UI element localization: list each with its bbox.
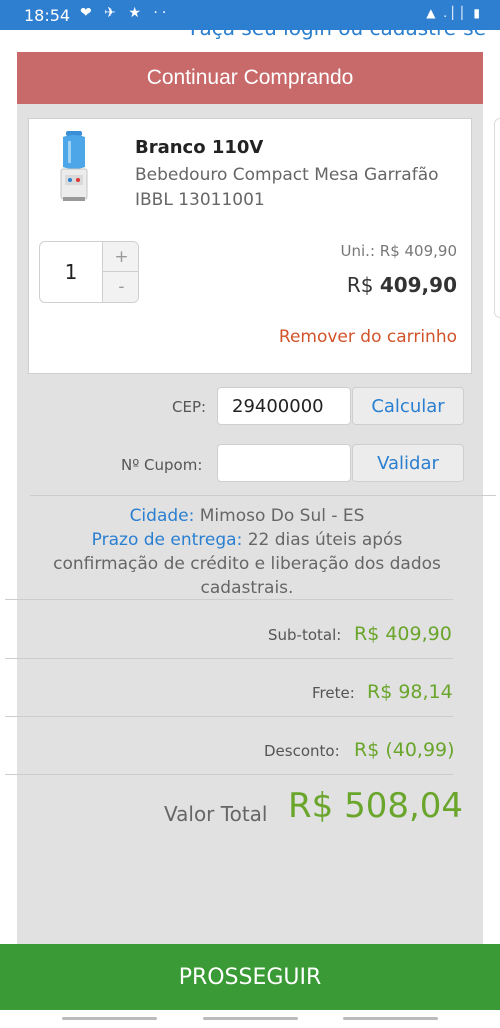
discount-value: R$ (40,99) bbox=[354, 739, 455, 761]
system-status-icons: ▲ .││ ▮ bbox=[426, 6, 482, 20]
quantity-stepper[interactable]: 1 + - bbox=[39, 241, 139, 303]
login-register-link-text[interactable]: Faça seu login ou cadastre-se bbox=[190, 22, 486, 40]
freight-value: R$ 98,14 bbox=[367, 681, 453, 703]
delivery-info: Cidade: Mimoso Do Sul - ES Prazo de entr… bbox=[47, 504, 447, 600]
divider bbox=[30, 495, 496, 496]
divider bbox=[5, 599, 453, 600]
side-scroll-handle[interactable] bbox=[494, 118, 500, 318]
discount-label: Desconto: bbox=[264, 742, 340, 760]
water-dispenser-image bbox=[60, 131, 88, 201]
item-price-currency: R$ bbox=[346, 273, 374, 297]
grand-total-label: Valor Total bbox=[164, 802, 268, 826]
quantity-value[interactable]: 1 bbox=[40, 242, 102, 302]
calculate-shipping-button[interactable]: Calcular bbox=[352, 387, 464, 425]
delivery-city: Cidade: Mimoso Do Sul - ES bbox=[47, 504, 447, 528]
coupon-label: Nº Cupom: bbox=[121, 456, 203, 474]
subtotal-value: R$ 409,90 bbox=[354, 623, 452, 645]
proceed-button[interactable]: PROSSEGUIR bbox=[0, 944, 500, 1010]
delivery-term-label: Prazo de entrega: bbox=[91, 530, 243, 550]
nav-recents-button[interactable] bbox=[62, 1017, 157, 1020]
continue-shopping-button[interactable]: Continuar Comprando bbox=[17, 52, 483, 104]
delivery-term: Prazo de entrega: 22 dias úteis após con… bbox=[47, 528, 447, 600]
product-name[interactable]: Bebedouro Compact Mesa Garrafão IBBL 130… bbox=[135, 163, 455, 213]
remove-from-cart-link[interactable]: Remover do carrinho bbox=[279, 327, 457, 347]
divider bbox=[5, 658, 453, 659]
notification-icons: ❤ ✈ ★ ·· bbox=[80, 5, 171, 21]
divider bbox=[5, 716, 453, 717]
status-time: 18:54 bbox=[24, 6, 71, 25]
cep-input[interactable] bbox=[217, 387, 351, 425]
coupon-input[interactable] bbox=[217, 444, 351, 482]
unit-price: Uni.: R$ 409,90 bbox=[340, 242, 457, 260]
product-variant: Branco 110V bbox=[135, 137, 264, 158]
quantity-increase-button[interactable]: + bbox=[102, 242, 138, 272]
freight-label: Frete: bbox=[312, 684, 355, 702]
city-value: Mimoso Do Sul - ES bbox=[199, 506, 365, 526]
validate-coupon-button[interactable]: Validar bbox=[352, 444, 464, 482]
cep-label: CEP: bbox=[172, 398, 207, 416]
nav-back-button[interactable] bbox=[343, 1017, 438, 1020]
item-total-price: R$ 409,90 bbox=[347, 273, 457, 297]
divider bbox=[5, 774, 453, 775]
cart-item-card: Branco 110V Bebedouro Compact Mesa Garra… bbox=[28, 118, 472, 374]
item-price-value: 409,90 bbox=[379, 273, 457, 297]
quantity-decrease-button[interactable]: - bbox=[102, 272, 138, 302]
nav-home-button[interactable] bbox=[203, 1017, 298, 1020]
city-label: Cidade: bbox=[129, 506, 195, 526]
cart-panel: Continuar Comprando Branco 110V Bebedour… bbox=[5, 52, 496, 944]
system-nav-bar bbox=[0, 1010, 500, 1028]
login-register-link[interactable]: Faça seu login ou cadastre-se bbox=[146, 22, 486, 44]
grand-total-value: R$ 508,04 bbox=[288, 786, 464, 826]
subtotal-label: Sub-total: bbox=[268, 626, 342, 644]
